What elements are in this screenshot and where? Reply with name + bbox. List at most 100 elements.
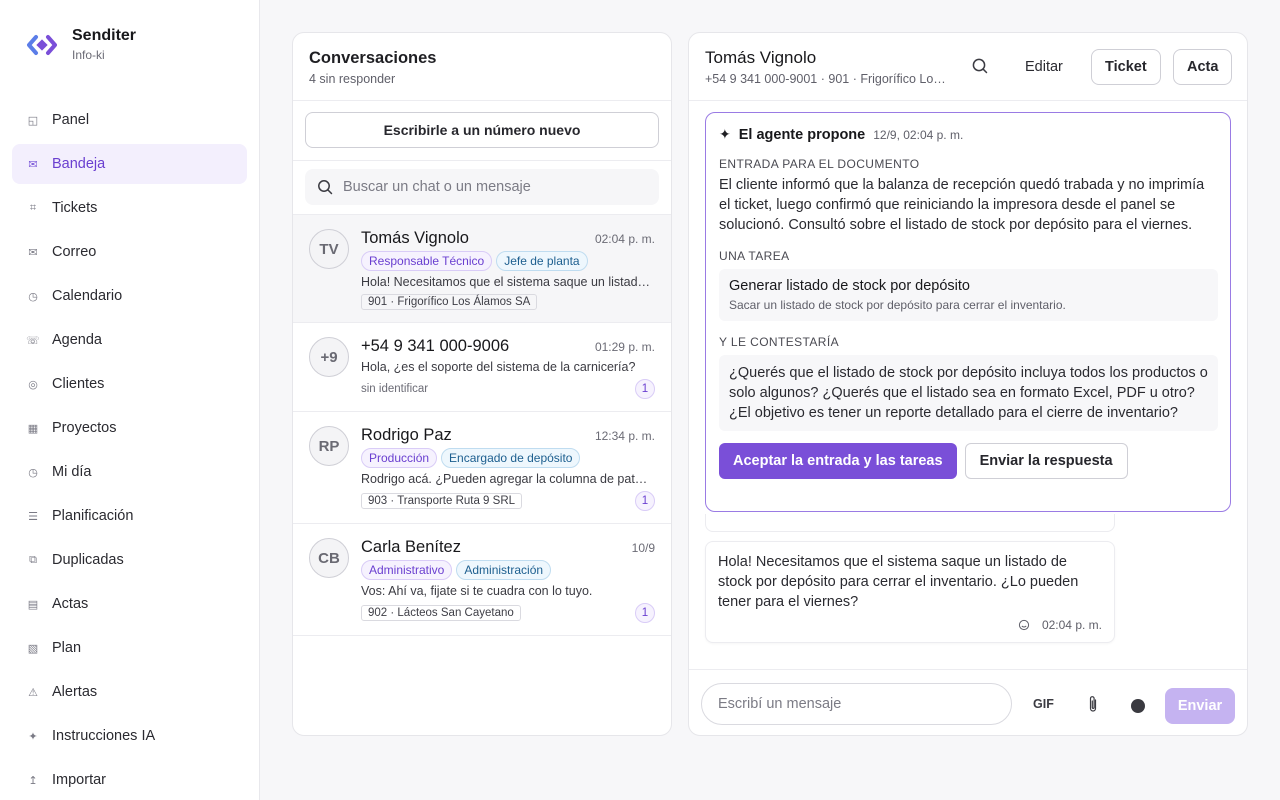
task-card: Generar listado de stock por depósito Sa… [719, 269, 1218, 321]
proposed-reply: ¿Querés que el listado de stock por depó… [719, 355, 1218, 431]
sidebar-item-calendario[interactable]: ◷ Calendario [12, 276, 247, 316]
sidebar-item-label: Correo [52, 244, 97, 260]
conversation-list: TV Tomás Vignolo 02:04 p. m. Responsable Té… [293, 215, 671, 636]
mail-icon: ✉ [28, 245, 38, 259]
edit-button[interactable]: Editar [1015, 49, 1073, 85]
sidebar-item-label: Importar [52, 772, 106, 788]
proposal-title: El agente propone [738, 127, 866, 143]
inbox-icon: ✉ [28, 157, 38, 171]
reply-heading: Y LE CONTESTARÍA [719, 335, 839, 349]
sparkle-icon: ✦ [719, 126, 731, 142]
import-icon: ↥ [28, 773, 38, 787]
sidebar-item-actas[interactable]: ▤ Actas [12, 584, 247, 624]
sidebar-item-label: Panel [52, 112, 90, 128]
chat-search-icon[interactable] [971, 57, 989, 75]
sidebar-item-planificación[interactable]: ☰ Planificación [12, 496, 247, 536]
search-box[interactable] [305, 169, 659, 205]
proposal-time: 12/9, 02:04 p. m. [873, 128, 964, 142]
smile-icon[interactable] [1018, 619, 1030, 631]
message-input[interactable] [701, 683, 1012, 725]
contact-tag: Administración [456, 560, 552, 580]
contact-tag: Administrativo [361, 560, 453, 580]
conversation-item[interactable]: +9 +54 9 341 000-9006 01:29 p. m. Hola, ¿es… [293, 323, 671, 412]
accept-entry-button[interactable]: Aceptar la entrada y las tareas [719, 443, 957, 479]
sidebar-item-agenda[interactable]: ☏ Agenda [12, 320, 247, 360]
sidebar-item-clientes[interactable]: ◎ Clientes [12, 364, 247, 404]
panel-icon: ◱ [27, 113, 39, 127]
sidebar-item-plan[interactable]: ▧ Plan [12, 628, 247, 668]
contact-name: Carla Benítez [361, 538, 461, 556]
projects-icon: ▦ [27, 421, 39, 435]
avatar: RP [309, 426, 349, 466]
unread-badge: 1 [635, 379, 655, 399]
message-text: Hola! Necesitamos que el sistema saque u… [718, 554, 1079, 610]
contact-tag: Encargado de depósito [441, 448, 581, 468]
sidebar-item-label: Alertas [52, 684, 98, 700]
entry-text: El cliente informó que la balanza de rec… [719, 177, 1205, 233]
record-icon[interactable] [1131, 699, 1145, 713]
conversation-item[interactable]: TV Tomás Vignolo 02:04 p. m. Responsable Té… [293, 215, 671, 323]
contact-name: Tomás Vignolo [361, 229, 469, 247]
conversations-header: Conversaciones 4 sin responder [293, 33, 671, 101]
ticket-button[interactable]: Ticket [1091, 49, 1161, 85]
search-icon [318, 180, 333, 195]
contact-name: +54 9 341 000-9006 [361, 337, 510, 355]
previous-message-edge [705, 514, 1115, 532]
sidebar-item-importar[interactable]: ↥ Importar [12, 760, 247, 800]
search-input[interactable] [343, 179, 633, 195]
avatar: +9 [309, 337, 349, 377]
sidebar-item-label: Calendario [52, 288, 123, 304]
company-chip: 903 · Transporte Ruta 9 SRL [361, 493, 523, 509]
sidebar-item-mi-día[interactable]: ◷ Mi día [12, 452, 247, 492]
chat-panel: Tomás Vignolo +54 9 341 000-9001 · 901 ·… [688, 32, 1248, 736]
sidebar-item-label: Bandeja [52, 156, 106, 172]
clients-icon: ◎ [28, 377, 38, 391]
task-heading: UNA TAREA [719, 249, 790, 263]
message-preview: Vos: Ahí va, fijate si te cuadra con lo … [361, 584, 593, 598]
unread-badge: 1 [635, 603, 655, 623]
message-time: 02:04 p. m. [594, 232, 655, 246]
agent-proposal-card: ✦ El agente propone 12/9, 02:04 p. m. EN… [705, 112, 1231, 512]
new-number-button[interactable]: Escribirle a un número nuevo [305, 112, 659, 148]
sidebar-item-proyectos[interactable]: ▦ Proyectos [12, 408, 247, 448]
minutes-icon: ▤ [27, 597, 39, 611]
contact-details: +54 9 341 000-9001 · 901 · Frigorífico L… [705, 72, 949, 86]
unanswered-count: 4 sin responder [309, 72, 396, 86]
sidebar-item-label: Agenda [52, 332, 102, 348]
conversation-item[interactable]: CB Carla Benítez 10/9 Administrativo Adminis… [293, 524, 671, 636]
sidebar-item-instrucciones-ia[interactable]: ✦ Instrucciones IA [12, 716, 247, 756]
planning-icon: ☰ [28, 509, 38, 523]
task-description: Sacar un listado de stock por depósito p… [729, 298, 1066, 312]
new-number-section: Escribirle a un número nuevo [293, 101, 671, 161]
chat-body: ✦ El agente propone 12/9, 02:04 p. m. EN… [689, 101, 1247, 669]
sparkle-icon: ✦ [28, 729, 38, 743]
contact-tag: Producción [361, 448, 438, 468]
sidebar-item-bandeja[interactable]: ✉ Bandeja [12, 144, 247, 184]
send-button[interactable]: Enviar [1165, 688, 1235, 724]
chat-header: Tomás Vignolo +54 9 341 000-9001 · 901 ·… [689, 33, 1247, 101]
brand: Senditer Info-ki [26, 26, 136, 62]
sidebar-item-label: Planificación [52, 508, 134, 524]
avatar: CB [309, 538, 349, 578]
send-reply-button[interactable]: Enviar la respuesta [964, 443, 1128, 479]
conversation-item[interactable]: RP Rodrigo Paz 12:34 p. m. Producción Encarg… [293, 412, 671, 524]
sidebar-item-alertas[interactable]: ⚠ Alertas [12, 672, 247, 712]
sidebar-item-duplicadas[interactable]: ⧉ Duplicadas [12, 540, 247, 580]
plan-icon: ▧ [27, 641, 39, 655]
paperclip-icon[interactable] [1087, 694, 1099, 714]
calendar-icon: ◷ [28, 289, 38, 303]
contact-tags: Responsable Técnico Jefe de planta [361, 251, 655, 271]
brand-name: Senditer [72, 27, 137, 44]
brand-logo-icon [27, 35, 57, 55]
sidebar-item-panel[interactable]: ◱ Panel [12, 100, 247, 140]
sidebar-nav: ◱ Panel ✉ Bandeja ⌗ Tickets ✉ Correo ◷ Calendario… [12, 100, 247, 800]
acta-button[interactable]: Acta [1173, 49, 1233, 85]
unread-badge: 1 [635, 491, 655, 511]
sidebar-item-correo[interactable]: ✉ Correo [12, 232, 247, 272]
gif-button[interactable]: GIF [1033, 697, 1054, 711]
message-preview: Rodrigo acá. ¿Pueden agregar la columna … [361, 472, 653, 486]
duplicates-icon: ⧉ [29, 553, 37, 566]
contact-tag: Jefe de planta [496, 251, 588, 271]
sidebar-item-tickets[interactable]: ⌗ Tickets [12, 188, 247, 228]
ticket-icon: ⌗ [29, 201, 37, 214]
